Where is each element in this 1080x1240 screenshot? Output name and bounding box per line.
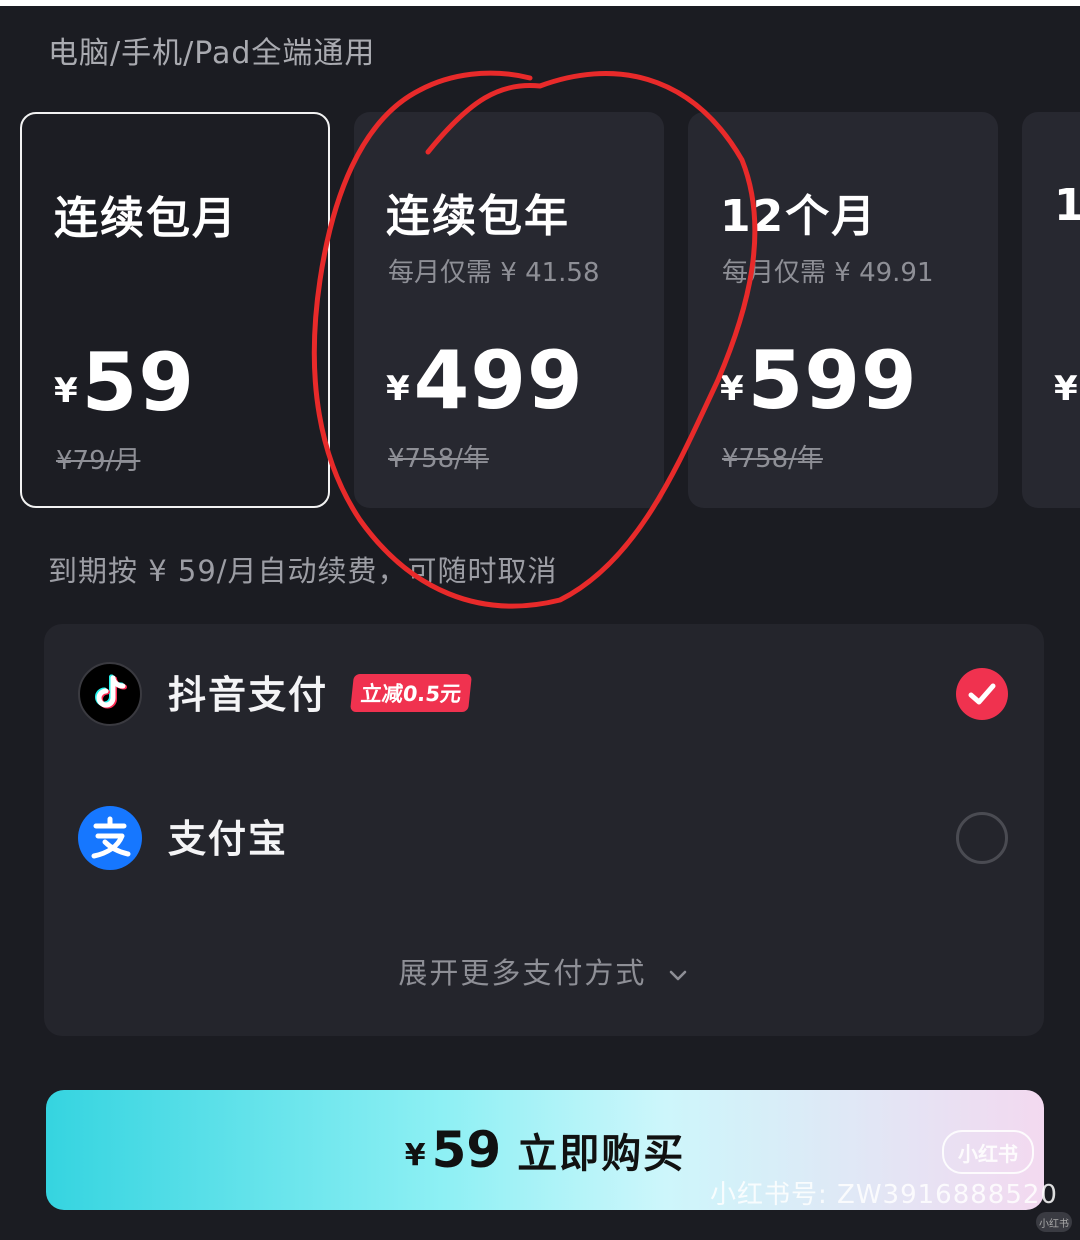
- alipay-icon: [78, 806, 142, 870]
- buy-action-label: 立即购买: [517, 1131, 686, 1177]
- radio-checked[interactable]: [956, 668, 1008, 720]
- payment-label: 支付宝: [168, 817, 289, 861]
- currency-symbol: ¥: [404, 1137, 426, 1173]
- currency-symbol: ¥: [386, 369, 410, 409]
- plan-card-12-months[interactable]: 12个月 每月仅需 ¥ 49.91 ¥599 ¥758/年: [688, 112, 998, 508]
- original-price: ¥758/年: [722, 444, 823, 474]
- plan-price: ¥59: [54, 336, 195, 429]
- radio-unchecked[interactable]: [956, 812, 1008, 864]
- per-month-price: 每月仅需 ¥ 49.91: [722, 258, 934, 288]
- plan-name: 连续包月: [54, 193, 238, 244]
- expand-more-payment[interactable]: 展开更多支付方式: [44, 950, 1044, 992]
- auto-renew-note: 到期按 ¥ 59/月自动续费，可随时取消: [48, 554, 558, 588]
- currency-symbol: ¥: [720, 369, 744, 409]
- plan-price: ¥499: [386, 334, 584, 427]
- watermark-corner-logo: 小红书: [1036, 1212, 1072, 1232]
- payment-option-alipay[interactable]: 支付宝: [44, 786, 1044, 886]
- plan-card-yearly-auto[interactable]: 连续包年 每月仅需 ¥ 41.58 ¥499 ¥758/年: [354, 112, 664, 508]
- plan-price: ¥: [1054, 334, 1080, 427]
- watermark-logo: 小红书: [942, 1130, 1034, 1174]
- plan-name: 1: [1054, 180, 1080, 231]
- plan-name: 12个月: [720, 191, 878, 242]
- payment-option-douyin[interactable]: 抖音支付 立减0.5元: [44, 642, 1044, 742]
- per-month-price: 每月仅需 ¥ 41.58: [388, 258, 600, 288]
- payment-page: 电脑/手机/Pad全端通用 连续包月 ¥59 ¥79/月 连续包年 每月仅需 ¥…: [0, 0, 1080, 1240]
- plan-card-monthly[interactable]: 连续包月 ¥59 ¥79/月: [20, 112, 330, 508]
- payment-label: 抖音支付: [168, 673, 329, 717]
- discount-badge: 立减0.5元: [350, 674, 473, 712]
- currency-symbol: ¥: [54, 371, 78, 411]
- price-amount: 499: [413, 334, 584, 427]
- plan-name: 连续包年: [386, 191, 570, 242]
- currency-symbol: ¥: [1054, 369, 1078, 409]
- plan-price: ¥599: [720, 334, 918, 427]
- buy-amount: 59: [431, 1121, 502, 1179]
- price-amount: 599: [747, 334, 918, 427]
- plan-card-partial[interactable]: 1 ¥: [1022, 112, 1080, 508]
- original-price: ¥758/年: [388, 444, 489, 474]
- original-price: ¥79/月: [56, 446, 141, 476]
- price-amount: 59: [81, 336, 195, 429]
- expand-label: 展开更多支付方式: [398, 956, 647, 990]
- payment-methods-panel: 抖音支付 立减0.5元 支付宝 展开更多支付方式: [44, 624, 1044, 1036]
- douyin-icon: [78, 662, 142, 726]
- plan-carousel[interactable]: 连续包月 ¥59 ¥79/月 连续包年 每月仅需 ¥ 41.58 ¥499 ¥7…: [0, 0, 1080, 520]
- checkmark-icon: [968, 683, 996, 705]
- chevron-down-icon: [669, 970, 686, 981]
- watermark-id: 小红书号: ZW3916888520: [710, 1180, 1058, 1210]
